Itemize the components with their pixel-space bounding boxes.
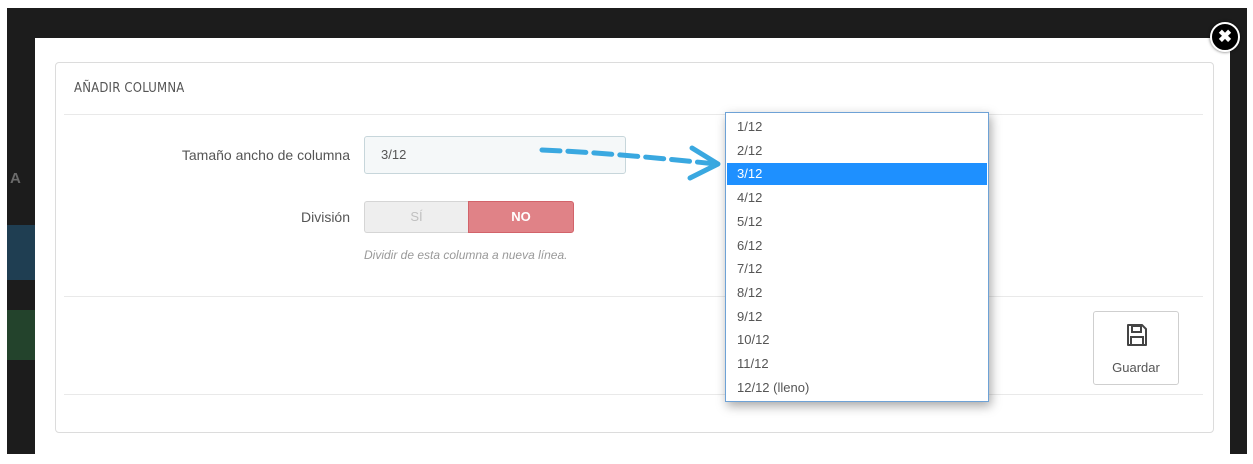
division-help-text: Dividir de esta columna a nueva línea. [364, 248, 568, 262]
dropdown-option[interactable]: 7/12 [727, 258, 987, 280]
dropdown-option[interactable]: 5/12 [727, 211, 987, 233]
add-column-panel: AÑADIR COLUMNA Tamaño ancho de columna 3… [55, 62, 1214, 433]
bottom-divider [64, 394, 1203, 395]
division-yes-option[interactable]: SÍ [364, 201, 468, 233]
backdrop-green-stripe [7, 310, 37, 360]
division-no-option[interactable]: NO [468, 201, 574, 233]
dropdown-option[interactable]: 9/12 [727, 306, 987, 328]
column-width-label: Tamaño ancho de columna [181, 147, 350, 163]
footer-divider [64, 296, 1203, 297]
annotation-arrow [539, 145, 721, 181]
column-width-value: 3/12 [381, 147, 407, 162]
dropdown-option[interactable]: 12/12 (lleno) [727, 377, 987, 399]
floppy-disk-icon [1127, 324, 1147, 346]
column-width-dropdown-list[interactable]: 1/12 2/12 3/12 4/12 5/12 6/12 7/12 8/12 9/12 10/1… [725, 112, 989, 402]
dropdown-option[interactable]: 3/12 [727, 163, 987, 186]
save-button[interactable]: Guardar [1093, 311, 1179, 385]
add-column-modal: AÑADIR COLUMNA Tamaño ancho de columna 3… [35, 38, 1230, 454]
backdrop-partial-text: A [10, 170, 21, 187]
dropdown-option[interactable]: 2/12 [727, 140, 987, 162]
dropdown-option[interactable]: 4/12 [727, 187, 987, 209]
backdrop-blue-stripe [7, 225, 37, 280]
dropdown-option[interactable]: 10/12 [727, 329, 987, 351]
dropdown-option[interactable]: 11/12 [727, 353, 987, 375]
save-button-label: Guardar [1112, 360, 1160, 375]
panel-title: AÑADIR COLUMNA [74, 81, 185, 96]
dropdown-option[interactable]: 8/12 [727, 282, 987, 304]
dropdown-option[interactable]: 1/12 [727, 116, 987, 138]
close-icon[interactable]: ✖ [1210, 22, 1240, 52]
heading-divider [64, 114, 1203, 115]
dropdown-option[interactable]: 6/12 [727, 235, 987, 257]
division-label: División [300, 209, 350, 225]
division-toggle[interactable]: SÍ NO [364, 201, 574, 233]
